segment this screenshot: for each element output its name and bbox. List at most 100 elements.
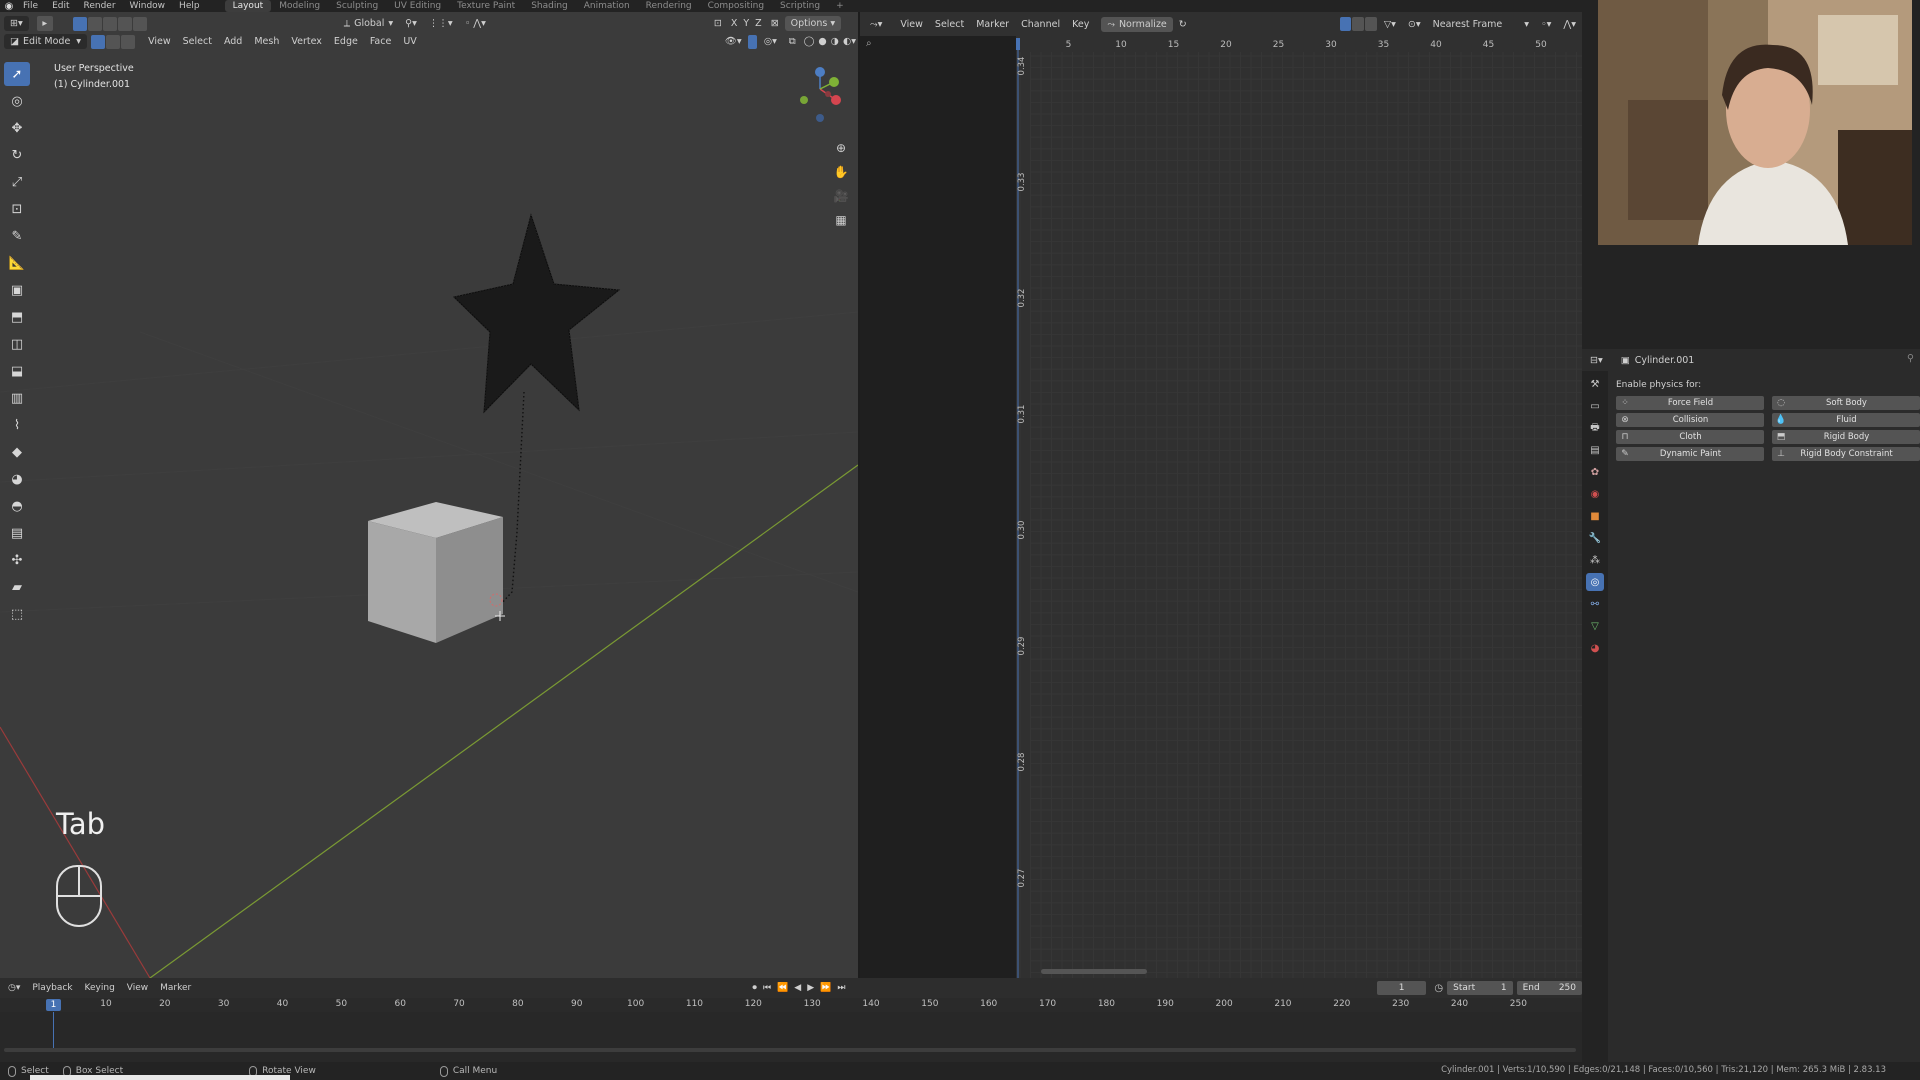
menu-add[interactable]: Add bbox=[218, 34, 248, 49]
graph-area[interactable]: 5 10 15 20 25 30 35 40 45 50 0.34 0.33 0.32 0.31 0.30 0… bbox=[1016, 36, 1582, 978]
select-intersect-icon[interactable] bbox=[132, 16, 147, 31]
shading-rendered-icon[interactable]: ◐▾ bbox=[841, 34, 858, 49]
snap-mode-dropdown[interactable]: Nearest Frame ▾ bbox=[1427, 17, 1535, 32]
tab-uv-editing[interactable]: UV Editing bbox=[386, 0, 449, 12]
timeline-ruler[interactable]: 10 20 30 40 50 60 70 80 90 100 110 120 130 140 150 160 1… bbox=[0, 998, 1582, 1012]
snap-icon[interactable]: ⋮⋮▾ bbox=[423, 16, 459, 31]
normalize-toggle[interactable]: ⤳ Normalize bbox=[1101, 16, 1173, 32]
channel-search-icon[interactable]: ⌕ bbox=[866, 38, 872, 49]
tab-compositing[interactable]: Compositing bbox=[700, 0, 772, 12]
menu-edit[interactable]: Edit bbox=[45, 1, 76, 11]
jump-end-icon[interactable]: ⏭ bbox=[834, 981, 848, 996]
playback-menu[interactable]: Playback bbox=[26, 981, 78, 996]
select-new-icon[interactable] bbox=[72, 16, 87, 31]
tab-scripting[interactable]: Scripting bbox=[772, 0, 828, 12]
particles-tab-icon[interactable]: ⁂ bbox=[1586, 551, 1604, 569]
auto-merge-icon[interactable]: ⊠ bbox=[765, 16, 785, 31]
axis-gizmo-icon[interactable] bbox=[790, 64, 850, 134]
smooth-tool-icon[interactable]: ◓ bbox=[4, 494, 30, 518]
playhead-frame-label[interactable]: 1 bbox=[46, 999, 61, 1011]
jump-keyframe-forward-icon[interactable]: ⏩ bbox=[817, 981, 834, 996]
pin-icon[interactable]: ⚲ bbox=[1907, 353, 1914, 364]
select-subtract-icon[interactable] bbox=[102, 16, 117, 31]
force-field-button[interactable]: ⁘ Force Field bbox=[1616, 396, 1764, 410]
mesh-data-tab-icon[interactable]: ▽ bbox=[1586, 617, 1604, 635]
timeline-track[interactable] bbox=[0, 1012, 1582, 1062]
poly-build-tool-icon[interactable]: ◆ bbox=[4, 440, 30, 464]
timeline-marker-menu[interactable]: Marker bbox=[154, 981, 197, 996]
options-dropdown[interactable]: Options ▾ bbox=[784, 16, 842, 31]
jump-keyframe-back-icon[interactable]: ⏪ bbox=[774, 981, 791, 996]
shear-tool-icon[interactable]: ▰ bbox=[4, 575, 30, 599]
graph-editor-type-icon[interactable]: ⤳▾ bbox=[864, 17, 888, 32]
add-workspace-button[interactable]: + bbox=[828, 0, 852, 12]
shrink-fatten-tool-icon[interactable]: ✣ bbox=[4, 548, 30, 572]
add-cube-tool-icon[interactable]: ▣ bbox=[4, 278, 30, 302]
record-icon[interactable]: ⏺ bbox=[749, 981, 760, 996]
graph-menu-view[interactable]: View bbox=[894, 17, 929, 32]
shading-solid-icon[interactable]: ● bbox=[816, 34, 828, 49]
properties-editor-type-icon[interactable]: ⊟▾ bbox=[1584, 353, 1609, 368]
menu-help[interactable]: Help bbox=[172, 1, 207, 11]
constraints-tab-icon[interactable]: ⚯ bbox=[1586, 595, 1604, 613]
loop-cut-tool-icon[interactable]: ▥ bbox=[4, 386, 30, 410]
only-selected-icon[interactable] bbox=[1339, 17, 1352, 31]
measure-tool-icon[interactable]: 📐 bbox=[4, 251, 30, 275]
ortho-grid-icon[interactable]: ▦ bbox=[831, 210, 851, 230]
object-tab-icon[interactable]: ■ bbox=[1586, 507, 1604, 525]
tab-texture-paint[interactable]: Texture Paint bbox=[449, 0, 523, 12]
pivot-icon[interactable]: ⊙▾ bbox=[1402, 17, 1427, 32]
menu-view[interactable]: View bbox=[142, 34, 177, 49]
menu-mesh[interactable]: Mesh bbox=[248, 34, 285, 49]
edge-slide-tool-icon[interactable]: ▤ bbox=[4, 521, 30, 545]
fluid-button[interactable]: 💧 Fluid bbox=[1772, 413, 1920, 427]
scene-tab-icon[interactable]: ✿ bbox=[1586, 463, 1604, 481]
properties-editor[interactable]: ⊟▾ ▣ Cylinder.001 ⚲ ⚒ ▭ 🖶 ▤ ✿ ◉ ■ 🔧 ⁂ ◎ … bbox=[1582, 349, 1920, 1065]
overlays-icon[interactable]: ◎▾ bbox=[758, 34, 783, 49]
extrude-tool-icon[interactable]: ⬒ bbox=[4, 305, 30, 329]
tab-animation[interactable]: Animation bbox=[576, 0, 638, 12]
menu-face[interactable]: Face bbox=[364, 34, 397, 49]
select-invert-icon[interactable] bbox=[117, 16, 132, 31]
rigid-body-constraint-button[interactable]: ⊥ Rigid Body Constraint bbox=[1772, 447, 1920, 461]
select-box-tool-icon[interactable]: ➚ bbox=[4, 62, 30, 86]
jump-start-icon[interactable]: ⏮ bbox=[760, 981, 774, 996]
material-tab-icon[interactable]: ◕ bbox=[1586, 639, 1604, 657]
play-reverse-icon[interactable]: ◀ bbox=[791, 981, 804, 996]
view-object-types-icon[interactable]: 👁▾ bbox=[719, 34, 748, 49]
shading-wireframe-icon[interactable]: ◯ bbox=[802, 34, 817, 49]
view-layer-tab-icon[interactable]: ▤ bbox=[1586, 441, 1604, 459]
menu-render[interactable]: Render bbox=[77, 1, 123, 11]
zoom-icon[interactable]: ⊕ bbox=[831, 138, 851, 158]
annotate-tool-icon[interactable]: ✎ bbox=[4, 224, 30, 248]
graph-horizontal-scrollbar[interactable] bbox=[1041, 969, 1147, 974]
edge-select-icon[interactable] bbox=[106, 34, 121, 49]
play-icon[interactable]: ▶ bbox=[804, 981, 817, 996]
vertex-select-icon[interactable] bbox=[91, 34, 106, 49]
xray-icon[interactable]: ⧉ bbox=[783, 34, 802, 49]
start-frame-field[interactable]: Start 1 bbox=[1447, 981, 1513, 995]
rotate-tool-icon[interactable]: ↻ bbox=[4, 143, 30, 167]
proportional-icon[interactable]: ◦▾ bbox=[1535, 17, 1557, 32]
rip-region-tool-icon[interactable]: ⬚ bbox=[4, 602, 30, 626]
physics-tab-icon[interactable]: ◎ bbox=[1586, 573, 1604, 591]
modifiers-tab-icon[interactable]: 🔧 bbox=[1586, 529, 1604, 547]
tab-rendering[interactable]: Rendering bbox=[638, 0, 700, 12]
mirror-y-button[interactable]: Y bbox=[740, 16, 752, 31]
cloth-button[interactable]: ⊓ Cloth bbox=[1616, 430, 1764, 444]
scale-tool-icon[interactable]: ⤢ bbox=[4, 170, 30, 194]
select-extend-icon[interactable] bbox=[87, 16, 102, 31]
timeline-view-menu[interactable]: View bbox=[121, 981, 154, 996]
spin-tool-icon[interactable]: ◕ bbox=[4, 467, 30, 491]
show-hidden-icon[interactable] bbox=[1352, 17, 1365, 31]
shading-material-icon[interactable]: ◑ bbox=[829, 34, 841, 49]
inset-tool-icon[interactable]: ◫ bbox=[4, 332, 30, 356]
timeline[interactable]: ◷▾ Playback Keying View Marker ⏺ ⏮ ⏪ ◀ ▶… bbox=[0, 978, 1582, 1062]
only-errors-icon[interactable] bbox=[1365, 17, 1377, 31]
menu-file[interactable]: File bbox=[16, 1, 45, 11]
graph-menu-key[interactable]: Key bbox=[1066, 17, 1095, 32]
filter-icon[interactable]: ▽▾ bbox=[1378, 17, 1402, 32]
timeline-editor-type-icon[interactable]: ◷▾ bbox=[2, 981, 26, 996]
select-tool-icon[interactable]: ▸ bbox=[36, 16, 53, 31]
editor-type-icon[interactable]: ⊞▾ bbox=[4, 16, 29, 31]
